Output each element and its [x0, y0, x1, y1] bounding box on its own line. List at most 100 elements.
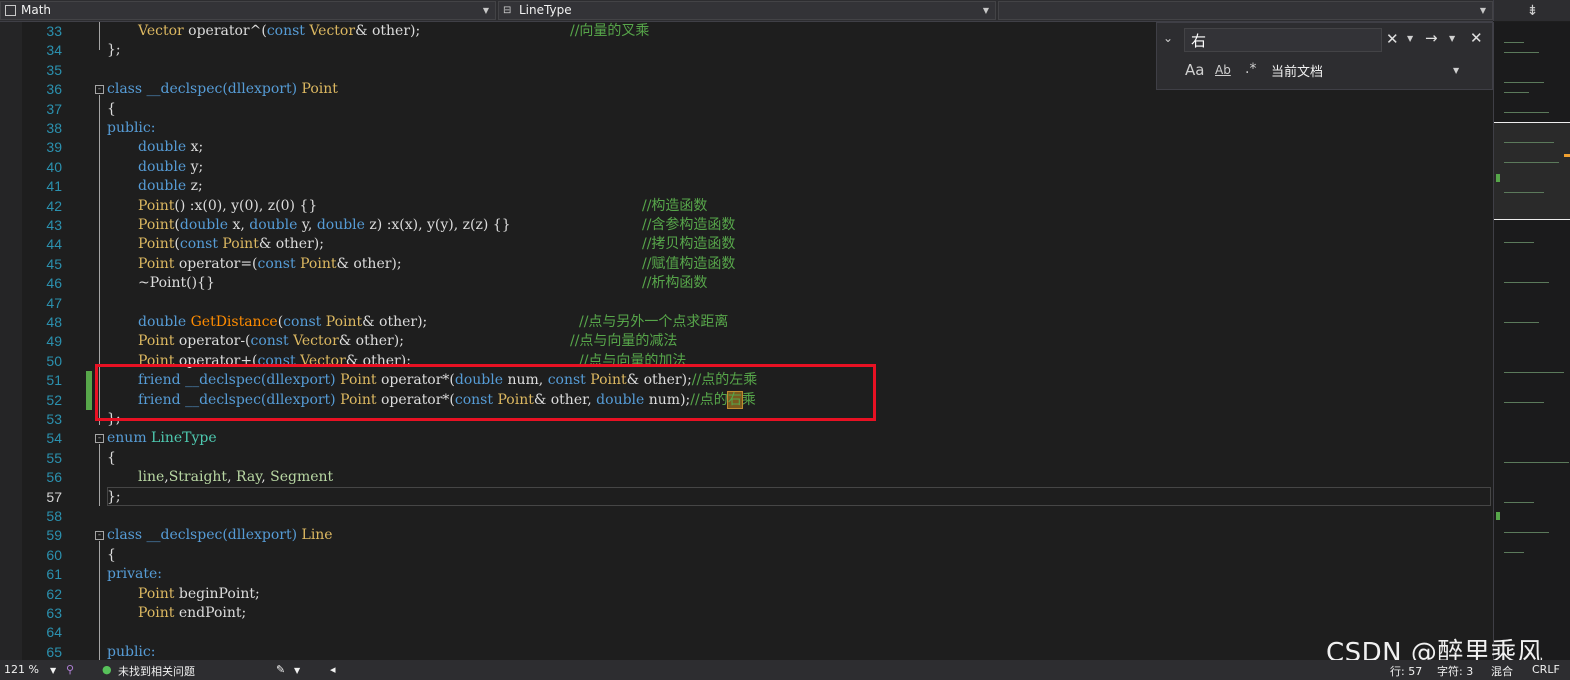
line-number: 47 — [46, 294, 62, 311]
history-dropdown-icon[interactable]: ▼ — [1407, 34, 1413, 43]
search-input[interactable] — [1184, 28, 1382, 52]
comment: //点与另外一个点求距离 — [579, 314, 729, 330]
scroll-left-icon[interactable]: ◂ — [330, 663, 336, 676]
line-number: 44 — [46, 236, 62, 253]
line-number: 43 — [46, 217, 62, 233]
status-bar: 121 % ▼ ⚲ ● 未找到相关问题 ✎ ▼ ◂ 行: 57 字符: 3 混合… — [0, 660, 1570, 680]
close-icon[interactable]: ✕ — [1470, 29, 1483, 47]
collapse-icon[interactable]: - — [95, 85, 104, 95]
intellicode-icon[interactable]: ⚲ — [66, 663, 74, 676]
minimap-line — [1504, 532, 1549, 533]
search-scope-dropdown[interactable]: 当前文档 — [1271, 61, 1323, 80]
code-line: 54- enum LineType — [22, 429, 1493, 448]
enum-icon: ⊟ — [503, 5, 512, 16]
code-line: 49 Point operator-(const Vector& other); /… — [22, 332, 1493, 351]
minimap-line — [1504, 462, 1569, 463]
member-dropdown[interactable]: ▼ — [998, 1, 1493, 20]
line-number: 64 — [46, 624, 62, 641]
code-line: 47 — [22, 294, 1493, 313]
line-number: 46 — [46, 275, 62, 292]
line-number: 65 — [46, 643, 62, 660]
minimap-line — [1504, 402, 1544, 403]
code-line: 57}; — [22, 488, 1493, 507]
code-line: 63 Point endPoint; — [22, 604, 1493, 623]
minimap-line — [1504, 142, 1554, 143]
whitespace-mode[interactable]: 混合 — [1491, 663, 1513, 679]
line-number: 59 — [46, 527, 62, 544]
line-number: 55 — [46, 449, 62, 466]
code-line: 65 public: — [22, 643, 1493, 660]
minimap-line — [1504, 92, 1529, 93]
line-number: 53 — [46, 411, 62, 427]
comment: //含参构造函数 — [642, 217, 736, 233]
scope-dropdown[interactable]: ⊟ LineType ▼ — [498, 1, 996, 20]
project-icon — [5, 5, 16, 16]
check-circle-icon: ● — [102, 663, 112, 676]
code-line: 60{ — [22, 546, 1493, 565]
line-number: 54 — [46, 430, 62, 447]
match-word-icon[interactable]: Ab — [1215, 63, 1231, 77]
line-number: 42 — [46, 197, 62, 214]
comment: //构造函数 — [642, 197, 708, 214]
code-line: 39 double x; — [22, 138, 1493, 157]
line-number: 63 — [46, 605, 62, 621]
code-editor[interactable]: 33 Vector operator^(const Vector& other);… — [22, 22, 1493, 660]
code-line: 38 public: — [22, 119, 1493, 138]
line-number: 45 — [46, 255, 62, 272]
code-line: 55{ — [22, 449, 1493, 468]
toggle-replace-icon[interactable]: ⌄ — [1163, 31, 1173, 45]
chevron-down-icon[interactable]: ▼ — [50, 666, 56, 675]
find-next-icon[interactable]: → — [1425, 29, 1438, 47]
annotation-highlight-box — [95, 364, 876, 421]
line-number: 39 — [46, 139, 62, 156]
minimap[interactable] — [1493, 22, 1570, 660]
comment: //向量的叉乘 — [570, 23, 650, 39]
line-number: 33 — [46, 23, 62, 39]
regex-icon[interactable]: .* — [1245, 61, 1256, 77]
line-ending[interactable]: CRLF — [1532, 663, 1560, 676]
find-options-icon[interactable]: ▼ — [1449, 34, 1455, 43]
collapse-icon[interactable]: - — [95, 434, 104, 444]
code-line: 58 — [22, 507, 1493, 526]
cleanup-brush-icon[interactable]: ✎ — [276, 663, 285, 676]
clear-icon[interactable]: ✕ — [1386, 30, 1399, 48]
project-dropdown-label: Math — [21, 3, 52, 17]
search-query: 右 — [1191, 32, 1207, 50]
minimap-line — [1504, 322, 1539, 323]
line-position[interactable]: 行: 57 — [1390, 663, 1422, 679]
project-dropdown[interactable]: Math ▼ — [0, 1, 496, 20]
char-position[interactable]: 字符: 3 — [1437, 663, 1473, 679]
minimap-line — [1504, 162, 1559, 163]
collapse-icon[interactable]: - — [95, 531, 104, 541]
issues-status[interactable]: 未找到相关问题 — [118, 663, 195, 679]
change-marker — [86, 390, 92, 410]
code-line: 61 private: — [22, 565, 1493, 584]
split-editor-icon[interactable]: ⇟ — [1493, 0, 1570, 21]
match-case-icon[interactable]: Aa — [1185, 61, 1204, 79]
zoom-level[interactable]: 121 % — [4, 663, 39, 676]
comment: //赋值构造函数 — [642, 255, 736, 272]
line-number: 35 — [46, 61, 62, 78]
change-marker — [86, 371, 92, 391]
minimap-line — [1504, 282, 1549, 283]
chevron-down-icon: ▼ — [1479, 6, 1486, 15]
line-number: 37 — [46, 100, 62, 117]
code-line: 43 Point(double x, double y, double z) :x… — [22, 216, 1493, 235]
minimap-line — [1504, 52, 1539, 53]
code-line: 41 double z; — [22, 177, 1493, 196]
minimap-line — [1504, 82, 1544, 83]
minimap-search-marker — [1564, 154, 1570, 157]
code-line: 46 ~Point(){}//析构函数 — [22, 274, 1493, 293]
code-line: 45 Point operator=(const Point& other);//… — [22, 255, 1493, 274]
minimap-line — [1504, 192, 1544, 193]
chevron-down-icon[interactable]: ▼ — [294, 666, 300, 675]
line-number: 40 — [46, 158, 62, 175]
line-number: 49 — [46, 333, 62, 350]
code-line: 64 — [22, 623, 1493, 642]
minimap-viewport[interactable] — [1494, 122, 1570, 220]
minimap-line — [1504, 112, 1549, 113]
minimap-line — [1504, 502, 1534, 503]
find-panel: ⌄ 右 ✕ ▼ → ▼ ✕ Aa Ab .* 当前文档 ▼ — [1156, 22, 1493, 90]
line-number: 38 — [46, 120, 62, 136]
chevron-down-icon[interactable]: ▼ — [1453, 66, 1459, 75]
